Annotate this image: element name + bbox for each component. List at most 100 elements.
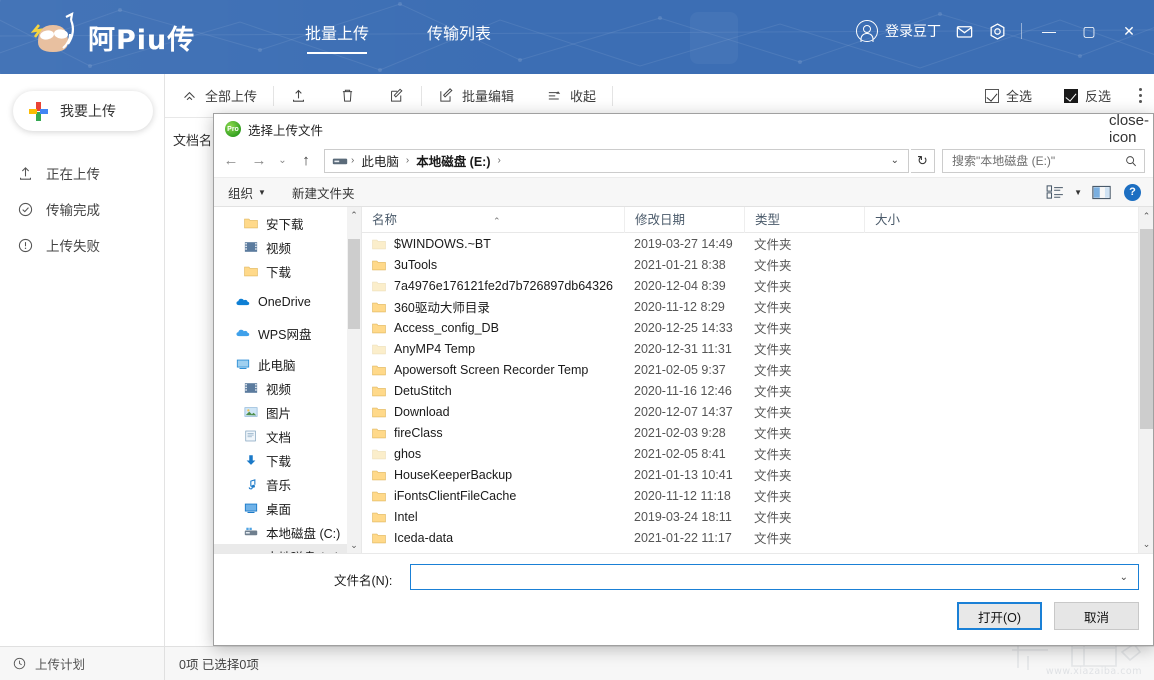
sidebar-item-failed[interactable]: 上传失败: [13, 228, 158, 262]
gear-icon[interactable]: [988, 22, 1007, 41]
file-scroll-down-icon[interactable]: ⌄: [1139, 535, 1153, 553]
invert-select-button[interactable]: 反选: [1048, 74, 1127, 118]
table-row[interactable]: Download 2020-12-07 14:37 文件夹: [362, 401, 1153, 422]
column-header-size[interactable]: 大小: [864, 207, 969, 233]
folder-icon: [372, 491, 386, 501]
preview-pane-icon[interactable]: [1086, 181, 1116, 203]
tree-item-this-pc[interactable]: 此电脑: [214, 352, 361, 376]
table-row[interactable]: fireClass 2021-02-03 9:28 文件夹: [362, 422, 1153, 443]
table-row[interactable]: ghos 2021-02-05 8:41 文件夹: [362, 443, 1153, 464]
arrow-left-icon[interactable]: ←: [218, 149, 244, 173]
collapse-button[interactable]: 收起: [530, 74, 612, 118]
open-button[interactable]: 打开(O): [957, 602, 1042, 630]
table-row[interactable]: AnyMP4 Temp 2020-12-31 11:31 文件夹: [362, 338, 1153, 359]
tree-item-music[interactable]: 音乐: [214, 472, 361, 496]
tree-item-onedrive[interactable]: OneDrive: [214, 290, 361, 314]
linkedin-ghost-icon: [690, 12, 738, 64]
table-row[interactable]: Apowersoft Screen Recorder Temp 2021-02-0…: [362, 359, 1153, 380]
filename-chevron-down-icon[interactable]: ⌄: [1114, 572, 1134, 583]
arrow-up-icon[interactable]: ↑: [293, 149, 319, 173]
tree-item-local-disk-c[interactable]: 本地磁盘 (C:): [214, 520, 361, 544]
breadcrumb[interactable]: › 此电脑 › 本地磁盘 (E:) › ⌄: [324, 148, 909, 173]
table-row[interactable]: 360驱动大师目录 2020-11-12 8:29 文件夹: [362, 296, 1153, 317]
column-header-type[interactable]: 类型: [744, 207, 864, 233]
file-scroll-up-icon[interactable]: ⌃: [1139, 207, 1153, 225]
file-date: 2019-03-24 18:11: [634, 509, 732, 524]
table-row[interactable]: $WINDOWS.~BT 2019-03-27 14:49 文件夹: [362, 233, 1153, 254]
file-list-scrollbar-thumb[interactable]: [1140, 229, 1153, 429]
tree-item-downloads[interactable]: 下载: [214, 448, 361, 472]
table-row[interactable]: HouseKeeperBackup 2021-01-13 10:41 文件夹: [362, 464, 1153, 485]
login-button[interactable]: 登录豆丁: [856, 20, 941, 42]
breadcrumb-local-disk-e[interactable]: 本地磁盘 (E:): [412, 151, 494, 170]
sidebar-item-uploading[interactable]: 正在上传: [13, 156, 158, 190]
help-icon[interactable]: ?: [1124, 183, 1141, 201]
tab-transfer-list[interactable]: 传输列表: [427, 20, 491, 54]
tree-scroll-down-icon[interactable]: ⌄: [347, 537, 361, 553]
search-input[interactable]: 搜索"本地磁盘 (E:)": [942, 148, 1145, 173]
tree-item-desktop[interactable]: 桌面: [214, 496, 361, 520]
filename-input[interactable]: ⌄: [410, 564, 1139, 590]
arrow-right-icon[interactable]: →: [246, 149, 272, 173]
desktop-icon: [244, 503, 258, 513]
tree-item-videos[interactable]: 视频: [214, 376, 361, 400]
breadcrumb-chevron-down-icon[interactable]: ⌄: [884, 155, 906, 166]
upload-all-button[interactable]: 全部上传: [165, 74, 273, 118]
upload-button[interactable]: 我要上传: [13, 91, 153, 131]
column-header-date[interactable]: 修改日期: [624, 207, 744, 233]
maximize-button[interactable]: ▢: [1076, 20, 1102, 42]
app-logo[interactable]: 阿Piu传: [24, 8, 195, 66]
tree-item-downloads-quick[interactable]: 下载: [214, 259, 361, 283]
tree-item-anxiazai[interactable]: 安下载: [214, 211, 361, 235]
refresh-icon[interactable]: ↻: [911, 148, 935, 173]
dialog-titlebar[interactable]: Pro 选择上传文件 close-icon: [214, 112, 1153, 146]
table-row[interactable]: Iceda-data 2021-01-22 11:17 文件夹: [362, 527, 1153, 548]
view-caret-icon[interactable]: ▼: [1074, 188, 1082, 197]
recent-locations-chevron-down-icon[interactable]: ⌄: [274, 149, 291, 173]
tree-item-videos-quick[interactable]: 视频: [214, 235, 361, 259]
table-row[interactable]: Access_config_DB 2020-12-25 14:33 文件夹: [362, 317, 1153, 338]
sidebar-item-completed[interactable]: 传输完成: [13, 192, 158, 226]
cancel-button[interactable]: 取消: [1054, 602, 1139, 630]
upload-plan-button[interactable]: 上传计划: [0, 646, 165, 680]
table-row[interactable]: 3uTools 2021-01-21 8:38 文件夹: [362, 254, 1153, 275]
column-header-name[interactable]: 名称 ⌃: [362, 207, 624, 233]
tree-scroll-up-icon[interactable]: ⌃: [347, 207, 361, 223]
invert-select-checkbox[interactable]: [1063, 88, 1078, 103]
file-name: Access_config_DB: [394, 320, 499, 335]
file-list-scrollbar[interactable]: ⌃ ⌄: [1138, 207, 1153, 553]
tree-item-pictures[interactable]: 图片: [214, 400, 361, 424]
breadcrumb-this-pc[interactable]: 此电脑: [357, 151, 403, 170]
tree-item-documents[interactable]: 文档: [214, 424, 361, 448]
batch-edit-button[interactable]: 批量编辑: [422, 74, 530, 118]
view-list-icon[interactable]: [1040, 181, 1070, 203]
close-button[interactable]: ✕: [1116, 20, 1142, 42]
breadcrumb-separator: ›: [351, 155, 355, 166]
delete-button[interactable]: [323, 74, 372, 118]
table-row[interactable]: iFontsClientFileCache 2020-11-12 11:18 文件夹: [362, 485, 1153, 506]
mail-icon[interactable]: [955, 22, 974, 41]
tree-scrollbar-thumb[interactable]: [348, 239, 360, 329]
organize-button[interactable]: 组织 ▼: [228, 183, 266, 202]
table-row[interactable]: DetuStitch 2020-11-16 12:46 文件夹: [362, 380, 1153, 401]
select-all-checkbox[interactable]: [984, 88, 999, 103]
edit-button[interactable]: [372, 74, 421, 118]
table-row[interactable]: 7a4976e176121fe2d7b726897db64326 2020-12-…: [362, 275, 1153, 296]
music-note-icon: [248, 479, 256, 490]
upload-icon-button[interactable]: [274, 74, 323, 118]
minimize-button[interactable]: —: [1036, 20, 1062, 42]
table-row[interactable]: Intel 2019-03-24 18:11 文件夹: [362, 506, 1153, 527]
tree-scrollbar[interactable]: ⌃ ⌄: [347, 207, 361, 553]
dialog-close-icon[interactable]: close-icon: [1109, 112, 1153, 146]
video-folder-icon: [244, 383, 258, 393]
new-folder-button[interactable]: 新建文件夹: [292, 183, 355, 202]
tree-item-wps-cloud[interactable]: WPS网盘: [214, 321, 361, 345]
file-date: 2020-12-07 14:37: [634, 404, 733, 419]
file-type: 文件夹: [754, 469, 792, 483]
tab-batch-upload[interactable]: 批量上传: [305, 20, 369, 54]
tree-item-local-disk-e[interactable]: 本地磁盘 (E:): [214, 544, 361, 553]
more-vertical-icon[interactable]: [1127, 88, 1154, 103]
file-type: 文件夹: [754, 301, 792, 315]
login-label: 登录豆丁: [885, 23, 941, 39]
select-all-button[interactable]: 全选: [969, 74, 1048, 118]
